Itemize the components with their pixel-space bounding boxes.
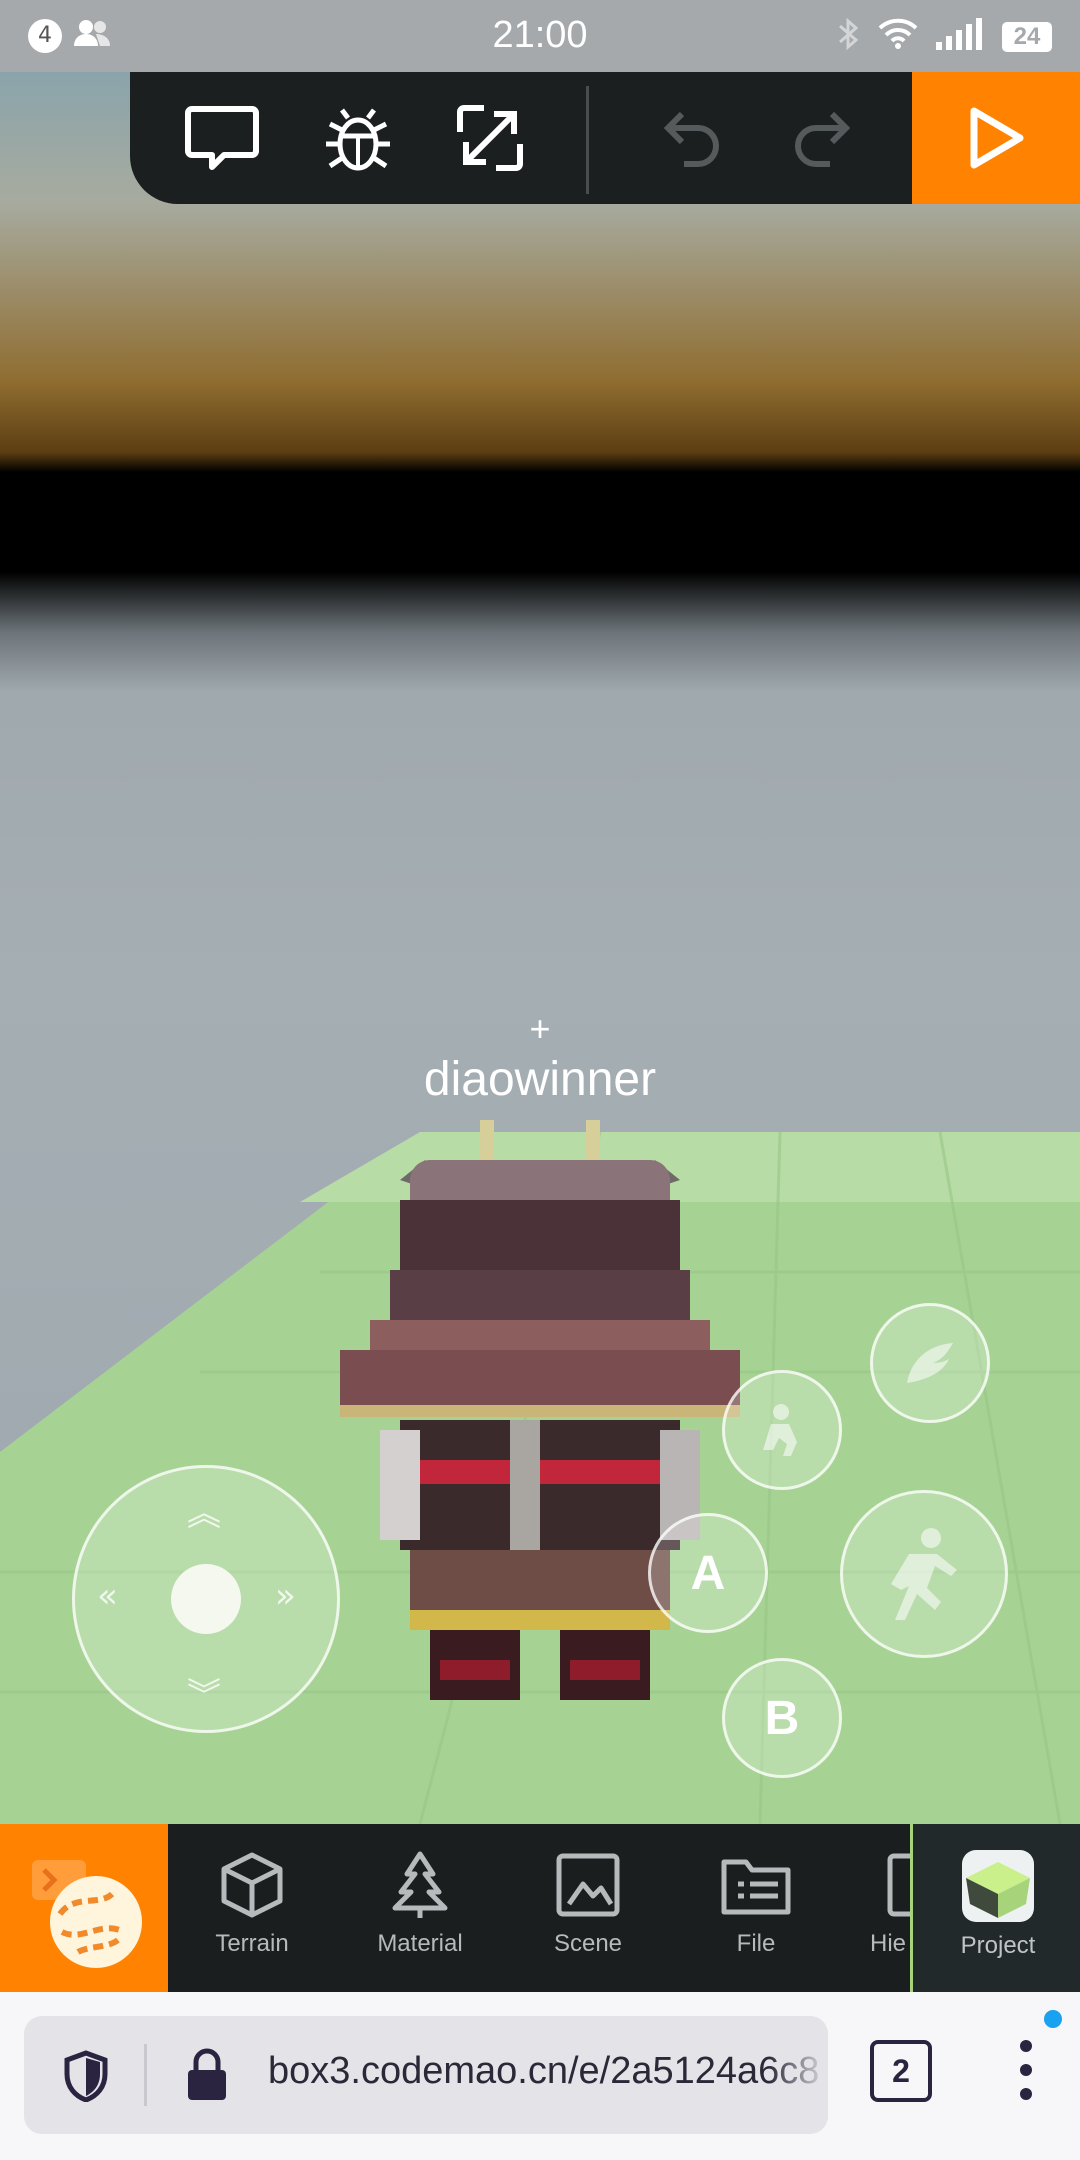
lock-icon bbox=[188, 2048, 226, 2100]
menu-dot bbox=[1020, 2040, 1032, 2052]
toolbar-divider bbox=[586, 86, 589, 194]
redo-button[interactable] bbox=[782, 98, 862, 178]
editor-tab-bar: Terrain Material Scene File Hie Project bbox=[0, 1824, 1080, 1992]
tab-label: Scene bbox=[553, 1930, 623, 1957]
editor-toolbar bbox=[130, 72, 912, 204]
status-bar: 4 21:00 24 bbox=[0, 0, 1080, 72]
wifi-icon bbox=[878, 18, 918, 55]
fullscreen-button[interactable] bbox=[450, 98, 530, 178]
address-divider bbox=[144, 2044, 147, 2106]
menu-dot bbox=[1020, 2064, 1032, 2076]
joystick-right-icon: » bbox=[275, 1576, 296, 1616]
tab-label: Project bbox=[960, 1932, 1036, 1959]
overflow-menu-button[interactable] bbox=[1010, 2036, 1040, 2116]
joystick-knob[interactable] bbox=[171, 1564, 241, 1634]
chat-icon bbox=[185, 106, 259, 170]
address-bar[interactable]: box3.codemao.cn/e/2a5124a6c8 bbox=[24, 2016, 828, 2134]
crosshair: + bbox=[529, 1008, 551, 1049]
undo-button[interactable] bbox=[652, 98, 732, 178]
jump-icon bbox=[891, 1528, 957, 1620]
joystick-down-icon: ︾ bbox=[187, 1676, 221, 1716]
crouch-icon bbox=[763, 1404, 797, 1456]
status-right: 24 bbox=[836, 16, 1052, 57]
shield-icon[interactable] bbox=[62, 2050, 110, 2102]
tab-label: File bbox=[736, 1930, 776, 1957]
debug-button[interactable] bbox=[318, 98, 398, 178]
project-cube-icon bbox=[962, 1850, 1034, 1922]
bluetooth-icon bbox=[836, 16, 860, 57]
tab-project[interactable]: Project bbox=[910, 1824, 1080, 1992]
movement-joystick[interactable]: ︽ ︾ « » bbox=[72, 1465, 340, 1733]
samurai-avatar bbox=[340, 1120, 740, 1700]
tab-scene[interactable]: Scene bbox=[504, 1824, 672, 1992]
url-text: box3.codemao.cn/e/2a5124a6c8 bbox=[268, 2050, 820, 2092]
folder-icon bbox=[721, 1859, 791, 1915]
run-button[interactable] bbox=[912, 72, 1080, 204]
tree-icon bbox=[392, 1851, 448, 1918]
browser-toolbar: box3.codemao.cn/e/2a5124a6c8 2 bbox=[0, 1992, 1080, 2160]
undo-icon bbox=[663, 111, 719, 167]
hierarchy-icon bbox=[887, 1853, 910, 1917]
redo-icon bbox=[795, 111, 851, 167]
tab-label: Hie bbox=[870, 1930, 907, 1957]
chat-button[interactable] bbox=[182, 98, 262, 178]
tab-hierarchy[interactable]: Hie bbox=[840, 1824, 910, 1992]
joystick-up-icon: ︽ bbox=[187, 1494, 221, 1534]
signal-icon bbox=[936, 18, 984, 55]
crouch-button[interactable] bbox=[722, 1370, 842, 1490]
tab-file[interactable]: File bbox=[672, 1824, 840, 1992]
action-b-button[interactable]: B bbox=[722, 1658, 842, 1778]
bug-icon bbox=[326, 108, 390, 171]
picture-icon bbox=[556, 1853, 620, 1917]
fly-button[interactable] bbox=[870, 1303, 990, 1423]
battery-indicator: 24 bbox=[1002, 21, 1052, 52]
joystick-left-icon: « bbox=[97, 1576, 118, 1616]
jump-button[interactable] bbox=[840, 1490, 1008, 1658]
menu-dot bbox=[1020, 2088, 1032, 2100]
cube-icon bbox=[221, 1852, 283, 1918]
action-a-button[interactable]: A bbox=[648, 1513, 768, 1633]
tab-label: Terrain bbox=[215, 1930, 289, 1957]
box3-logo-icon bbox=[32, 1860, 142, 1968]
tab-material[interactable]: Material bbox=[336, 1824, 504, 1992]
tab-label: Material bbox=[377, 1930, 463, 1957]
wing-icon bbox=[907, 1343, 953, 1383]
tab-terrain[interactable]: Terrain bbox=[168, 1824, 336, 1992]
fullscreen-icon bbox=[457, 105, 523, 171]
url-fade bbox=[768, 2016, 828, 2134]
update-notification-dot bbox=[1044, 2010, 1062, 2028]
app-logo-button[interactable] bbox=[0, 1824, 168, 1992]
tab-switcher-button[interactable]: 2 bbox=[870, 2040, 932, 2102]
play-icon bbox=[970, 107, 1024, 169]
player-name-label: diaowinner bbox=[423, 1053, 657, 1106]
